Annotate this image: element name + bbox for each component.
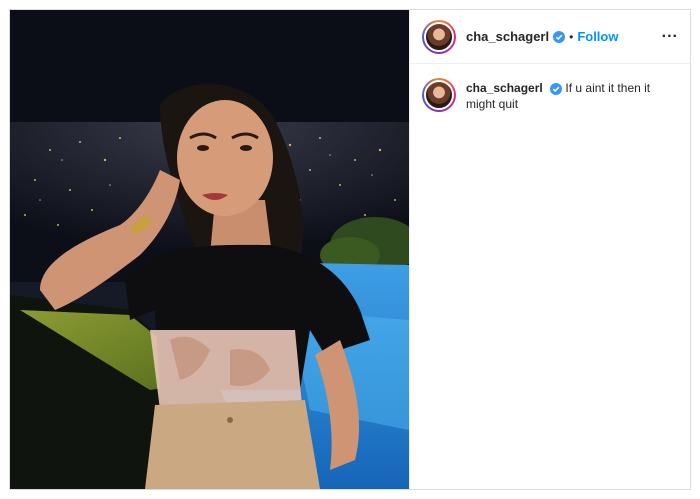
username-link[interactable]: cha_schagerl — [466, 29, 549, 44]
caption-comment: cha_schagerl If u aint it then it might … — [410, 64, 690, 112]
post-side-panel: cha_schagerl • Follow ... cha_schagerl I… — [409, 10, 690, 489]
follow-button[interactable]: Follow — [577, 29, 618, 44]
profile-avatar-ring[interactable] — [422, 19, 456, 54]
caption-username-link[interactable]: cha_schagerl — [466, 81, 543, 95]
post-photo[interactable] — [10, 10, 409, 489]
caption-body: cha_schagerl If u aint it then it might … — [466, 78, 656, 112]
more-options-icon[interactable]: ... — [662, 24, 678, 50]
instagram-post: cha_schagerl • Follow ... cha_schagerl I… — [9, 9, 691, 490]
separator-dot: • — [569, 29, 574, 44]
verified-badge-icon — [550, 82, 563, 95]
caption-avatar-ring[interactable] — [422, 78, 456, 112]
post-header: cha_schagerl • Follow ... — [410, 10, 690, 64]
verified-badge-icon — [553, 30, 566, 43]
avatar[interactable] — [424, 80, 454, 110]
photo-illustration — [10, 10, 409, 489]
avatar[interactable] — [424, 21, 454, 52]
